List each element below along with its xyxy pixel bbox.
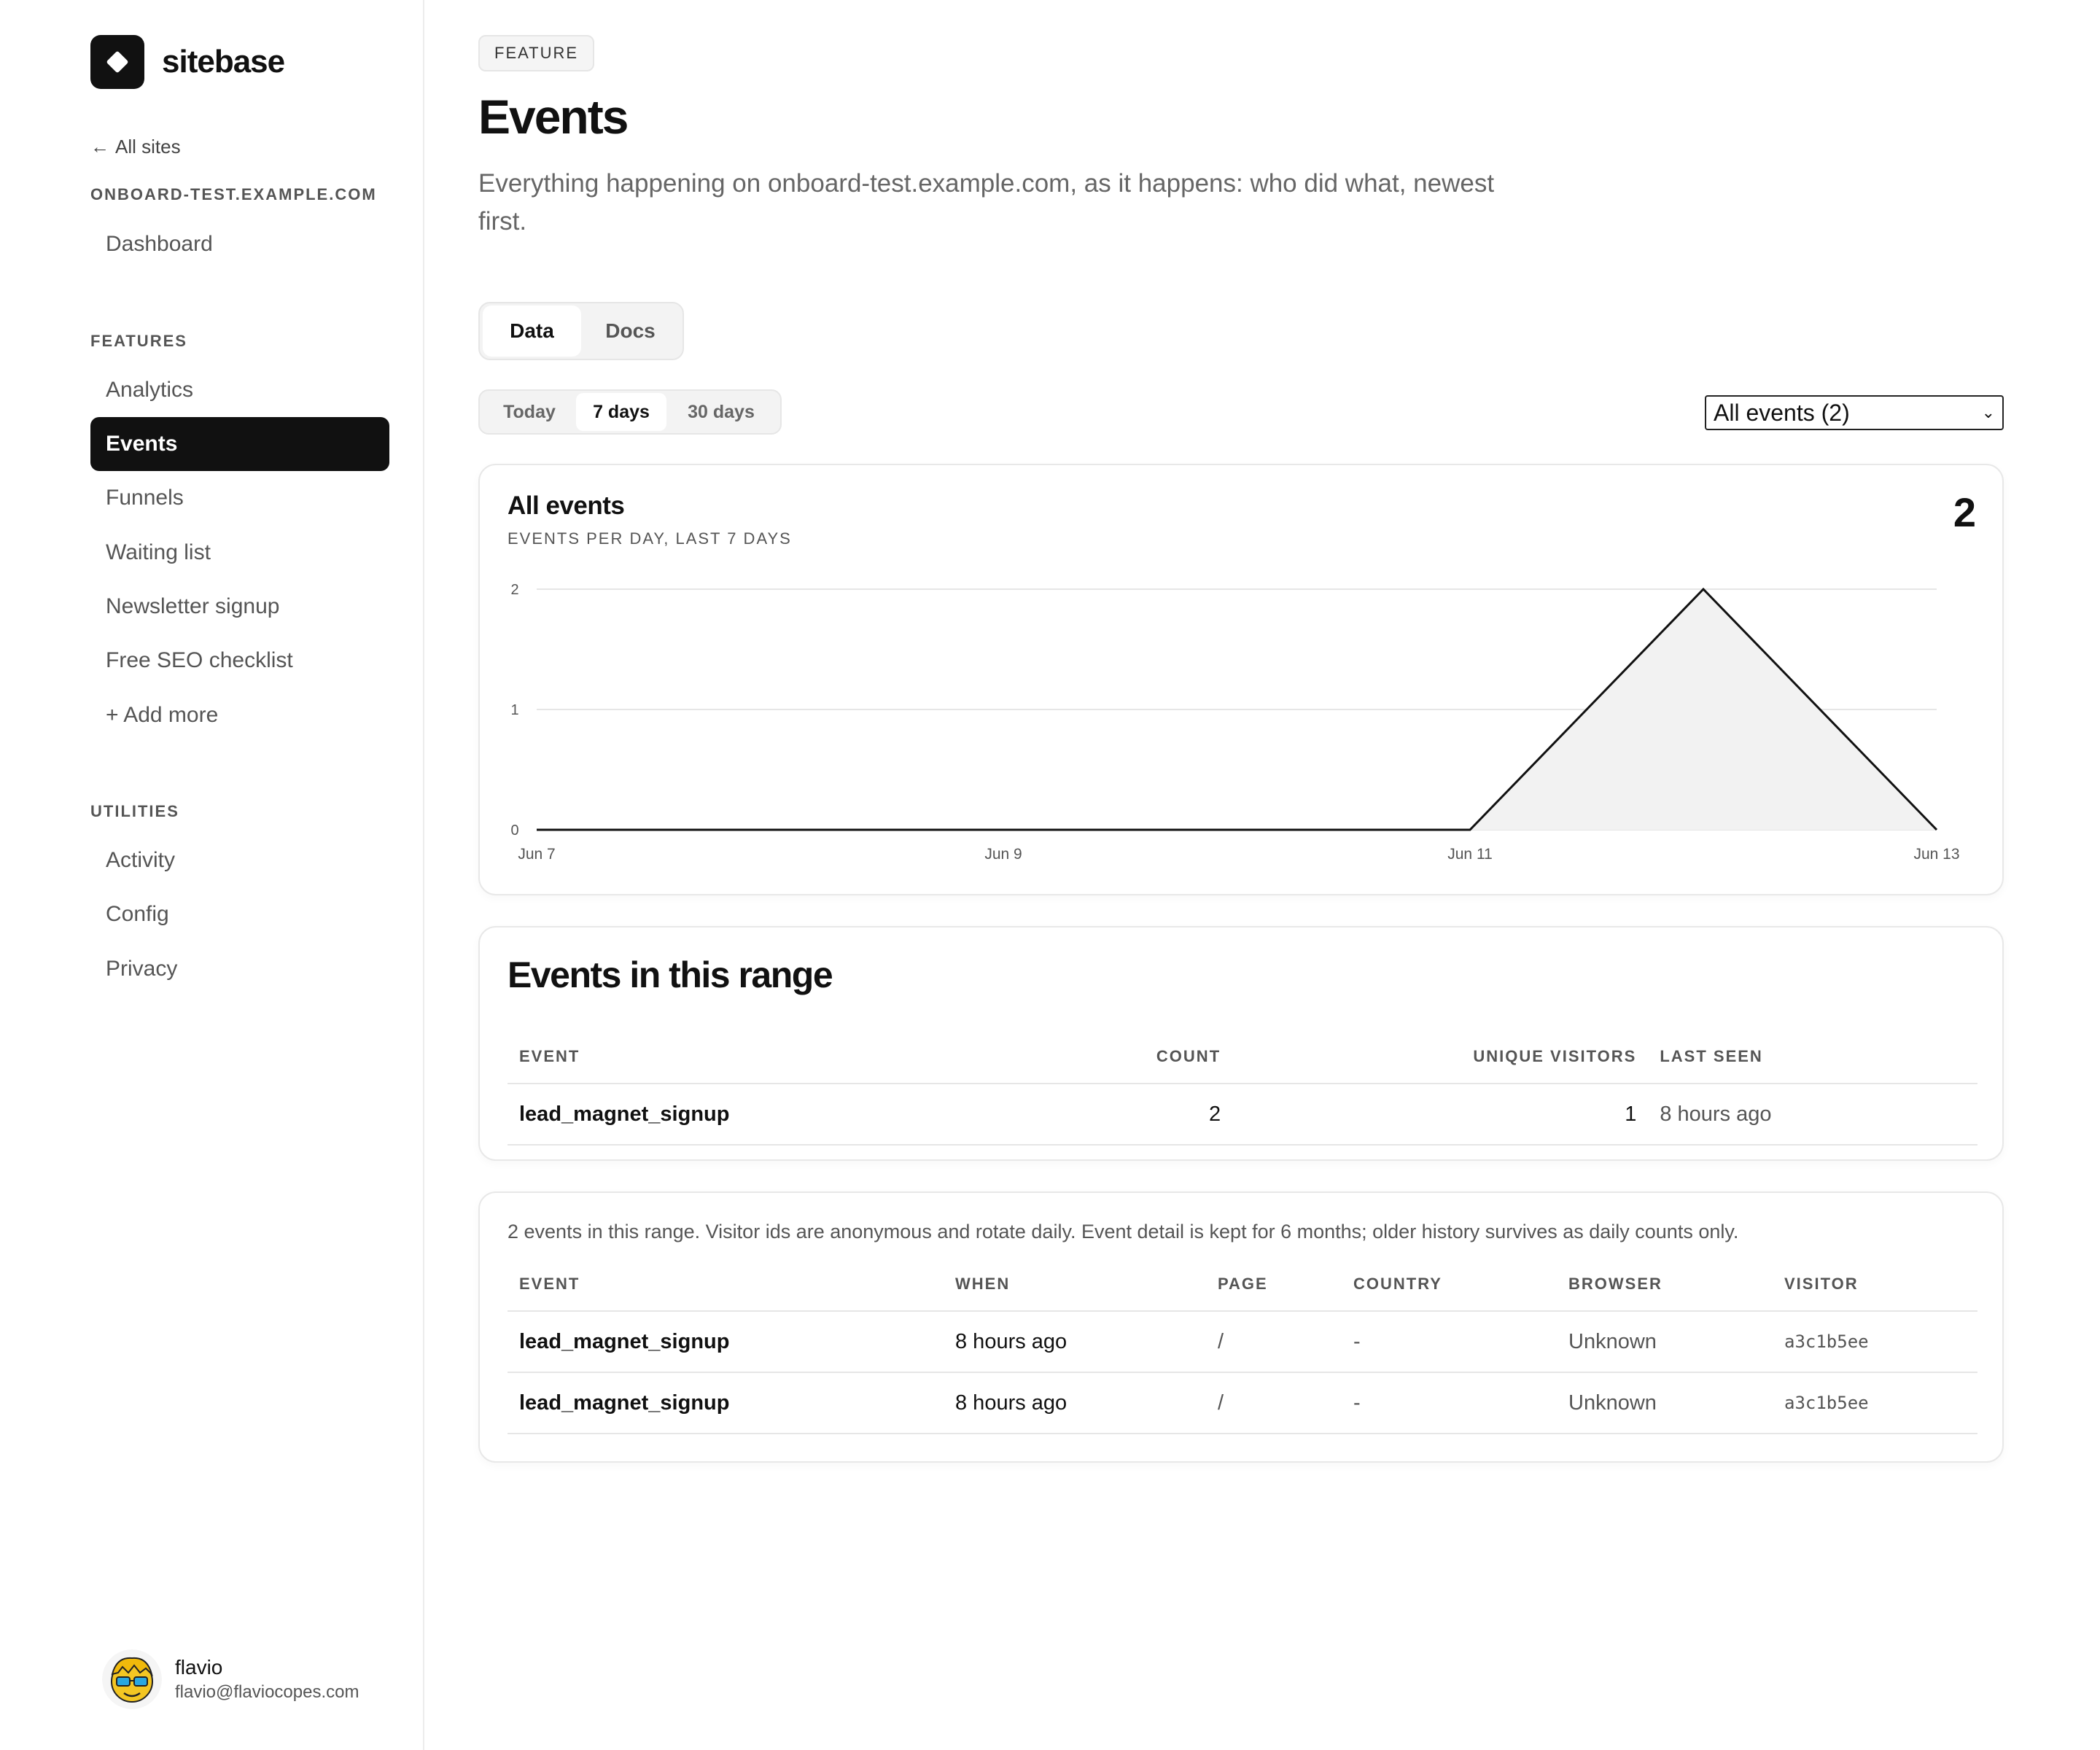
table-row[interactable]: lead_magnet_signup 8 hours ago / - Unkno…	[508, 1310, 1978, 1372]
x-tick-label: Jun 13	[1913, 846, 1959, 863]
all-sites-link[interactable]: ← All sites	[90, 136, 181, 158]
all-sites-label: All sites	[115, 136, 181, 158]
tab-docs[interactable]: Docs	[581, 306, 680, 357]
tab-data[interactable]: Data	[483, 306, 581, 357]
user-email: flavio@flaviocopes.com	[175, 1682, 359, 1702]
y-tick-label: 2	[510, 582, 518, 598]
col-count: COUNT	[1156, 1046, 1221, 1065]
avatar	[102, 1649, 162, 1709]
sidebar: sitebase ← All sites ONBOARD-TEST.EXAMPL…	[0, 0, 424, 1750]
sidebar-item-activity[interactable]: Activity	[90, 833, 389, 887]
sidebar-item-analytics[interactable]: Analytics	[90, 363, 389, 417]
page-title: Events	[478, 90, 629, 144]
col-country: COUNTRY	[1353, 1274, 1442, 1293]
event-count: 2	[1144, 1083, 1233, 1146]
user-name: flavio	[175, 1656, 223, 1679]
logo-icon	[90, 35, 144, 89]
range-summary-title: Events in this range	[508, 954, 833, 995]
utilities-heading: UTILITIES	[90, 802, 179, 820]
events-chart: 0 1 2 Jun 7 Jun 9 Jun 11 Jun 13	[510, 582, 1959, 863]
event-filter-value: All events (2)	[1714, 399, 1850, 426]
table-row[interactable]: lead_magnet_signup 2 1 8 hours ago	[508, 1083, 1978, 1146]
range-summary-card: Events in this range EVENT COUNT UNIQUE …	[478, 926, 2004, 1161]
range-summary-table: EVENT COUNT UNIQUE VISITORS LAST SEEN le…	[508, 1030, 1978, 1146]
sidebar-item-events[interactable]: Events	[90, 417, 389, 471]
log-event: lead_magnet_signup	[508, 1372, 944, 1434]
log-page: /	[1206, 1372, 1342, 1434]
user-profile[interactable]: flavio flavio@flaviocopes.com	[102, 1649, 359, 1709]
sidebar-item-newsletter-signup[interactable]: Newsletter signup	[90, 580, 389, 634]
sidebar-item-free-seo-checklist[interactable]: Free SEO checklist	[90, 634, 389, 688]
x-tick-label: Jun 9	[984, 846, 1022, 863]
event-last-seen: 8 hours ago	[1648, 1083, 1978, 1146]
col-page: PAGE	[1218, 1274, 1268, 1293]
brand[interactable]: sitebase	[90, 35, 285, 89]
sidebar-item-config[interactable]: Config	[90, 887, 389, 941]
sidebar-item-dashboard[interactable]: Dashboard	[90, 217, 389, 271]
arrow-left-icon: ←	[90, 136, 109, 158]
log-visitor: a3c1b5ee	[1773, 1310, 1978, 1372]
log-visitor: a3c1b5ee	[1773, 1372, 1978, 1434]
col-unique-visitors: UNIQUE VISITORS	[1473, 1046, 1637, 1065]
chevron-down-icon: ⌄	[1981, 403, 1995, 421]
col-browser: BROWSER	[1568, 1274, 1662, 1293]
log-event: lead_magnet_signup	[508, 1310, 944, 1372]
event-name: lead_magnet_signup	[508, 1083, 1145, 1146]
sidebar-item-add-more[interactable]: + Add more	[90, 688, 389, 742]
event-filter-select[interactable]: All events (2) ⌄	[1705, 395, 2004, 430]
range-30-days[interactable]: 30 days	[666, 393, 776, 431]
col-when: WHEN	[955, 1274, 1011, 1293]
event-log-table: EVENT WHEN PAGE COUNTRY BROWSER VISITOR …	[508, 1257, 1978, 1434]
col-event: EVENT	[519, 1046, 580, 1065]
y-tick-label: 1	[510, 702, 518, 718]
view-tabs: Data Docs	[478, 302, 684, 360]
range-selector: Today 7 days 30 days	[478, 389, 782, 435]
range-today[interactable]: Today	[483, 393, 576, 431]
x-tick-label: Jun 7	[518, 846, 555, 863]
site-domain: ONBOARD-TEST.EXAMPLE.COM	[90, 185, 377, 203]
chart-card: All events EVENTS PER DAY, LAST 7 DAYS 2…	[478, 464, 2004, 895]
event-unique-visitors: 1	[1232, 1083, 1649, 1146]
log-browser: Unknown	[1557, 1372, 1773, 1434]
feature-badge: FEATURE	[478, 35, 595, 71]
brand-name: sitebase	[162, 44, 285, 79]
table-row[interactable]: lead_magnet_signup 8 hours ago / - Unkno…	[508, 1372, 1978, 1434]
page-description: Everything happening on onboard-test.exa…	[478, 169, 1495, 236]
col-visitor: VISITOR	[1784, 1274, 1859, 1293]
sidebar-item-funnels[interactable]: Funnels	[90, 471, 389, 525]
log-country: -	[1342, 1310, 1557, 1372]
log-when: 8 hours ago	[944, 1372, 1206, 1434]
col-last-seen: LAST SEEN	[1660, 1046, 1763, 1065]
event-log-card: 2 events in this range. Visitor ids are …	[478, 1191, 2004, 1463]
col-event: EVENT	[519, 1274, 580, 1293]
y-tick-label: 0	[510, 822, 518, 839]
features-heading: FEATURES	[90, 332, 187, 350]
log-country: -	[1342, 1372, 1557, 1434]
range-7-days[interactable]: 7 days	[576, 393, 666, 431]
sidebar-item-privacy[interactable]: Privacy	[90, 942, 389, 996]
x-tick-label: Jun 11	[1447, 846, 1493, 863]
log-when: 8 hours ago	[944, 1310, 1206, 1372]
log-browser: Unknown	[1557, 1310, 1773, 1372]
sidebar-item-waiting-list[interactable]: Waiting list	[90, 526, 389, 580]
event-log-note: 2 events in this range. Visitor ids are …	[508, 1221, 1739, 1242]
log-page: /	[1206, 1310, 1342, 1372]
